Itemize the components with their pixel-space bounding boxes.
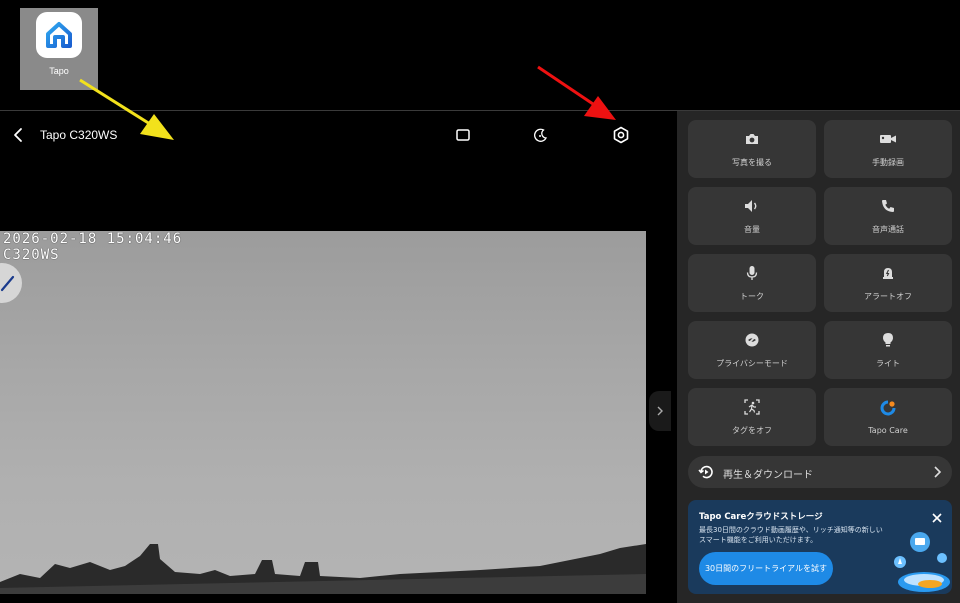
free-trial-button[interactable]: 30日間のフリートライアルを試す — [699, 552, 833, 585]
back-button[interactable] — [10, 125, 28, 145]
control-label: Tapo Care — [868, 426, 908, 435]
promo-description: 最長30日間のクラウド動画履歴や、リッチ通知等の新しいスマート機能をご利用いただ… — [699, 526, 883, 544]
take-photo-button[interactable]: 写真を撮る — [688, 120, 816, 178]
night-mode-button[interactable] — [531, 125, 551, 145]
speaker-icon — [743, 197, 761, 215]
bulb-icon — [879, 331, 897, 349]
manual-record-button[interactable]: 手動録画 — [824, 120, 952, 178]
control-panel: 写真を撮る 手動録画 音量 音声通話 トーク アラートオフ プライバシーモード … — [677, 111, 960, 603]
playback-download-button[interactable]: 再生＆ダウンロード — [688, 456, 952, 488]
pen-icon — [0, 275, 15, 292]
rectangle-view-icon — [456, 129, 470, 141]
chevron-right-icon — [657, 406, 663, 416]
desktop-icon-label: Tapo — [49, 66, 69, 76]
control-label: 手動録画 — [872, 158, 904, 167]
device-title: Tapo C320WS — [40, 128, 118, 142]
tapo-app-window: Tapo C320WS 2026-02-18 15:04:46 C320WS 写… — [0, 110, 960, 603]
promo-title: Tapo Careクラウドストレージ — [699, 512, 823, 522]
volume-button[interactable]: 音量 — [688, 187, 816, 245]
settings-hexagon-icon — [613, 126, 629, 144]
night-vision-icon — [534, 128, 548, 142]
control-label: プライバシーモード — [716, 359, 788, 368]
tapo-desktop-shortcut[interactable]: Tapo — [20, 8, 98, 90]
control-label: 写真を撮る — [732, 158, 772, 167]
tapo-care-icon — [879, 399, 897, 417]
talk-button[interactable]: トーク — [688, 254, 816, 312]
playback-history-icon — [698, 465, 713, 479]
control-label: ライト — [876, 359, 900, 368]
alert-off-button[interactable]: アラートオフ — [824, 254, 952, 312]
control-grid: 写真を撮る 手動録画 音量 音声通話 トーク アラートオフ プライバシーモード … — [688, 120, 952, 446]
voice-call-button[interactable]: 音声通話 — [824, 187, 952, 245]
microphone-icon — [743, 264, 761, 282]
tapo-care-button[interactable]: Tapo Care — [824, 388, 952, 446]
motion-tag-icon — [743, 398, 761, 416]
live-video-feed[interactable]: 2026-02-18 15:04:46 C320WS — [0, 231, 646, 594]
video-record-icon — [879, 130, 897, 148]
back-arrow-icon — [14, 128, 22, 142]
playback-label: 再生＆ダウンロード — [723, 470, 813, 481]
video-timestamp: 2026-02-18 15:04:46 — [3, 231, 183, 247]
city-skyline-image — [0, 544, 646, 594]
cloud-storage-illustration — [894, 532, 950, 592]
control-label: 音声通話 — [872, 225, 904, 234]
tapo-care-promo-card: Tapo Careクラウドストレージ 最長30日間のクラウド動画履歴や、リッチ通… — [688, 500, 952, 594]
device-settings-button[interactable] — [611, 125, 631, 145]
privacy-mode-button[interactable]: プライバシーモード — [688, 321, 816, 379]
alarm-off-icon — [879, 264, 897, 282]
privacy-icon — [743, 331, 761, 349]
camera-icon — [743, 130, 761, 148]
phone-icon — [879, 197, 897, 215]
control-label: タグをオフ — [732, 426, 772, 435]
fullscreen-button[interactable] — [453, 125, 473, 145]
control-label: トーク — [740, 292, 764, 301]
tag-off-button[interactable]: タグをオフ — [688, 388, 816, 446]
panel-toggle-button[interactable] — [649, 391, 671, 431]
tapo-app-icon — [36, 12, 82, 58]
chevron-right-icon — [934, 466, 942, 478]
control-label: アラートオフ — [864, 292, 912, 301]
light-button[interactable]: ライト — [824, 321, 952, 379]
top-bar: Tapo C320WS — [0, 111, 677, 159]
control-label: 音量 — [744, 225, 760, 234]
video-camera-name: C320WS — [3, 247, 60, 263]
draw-button[interactable] — [0, 263, 22, 303]
